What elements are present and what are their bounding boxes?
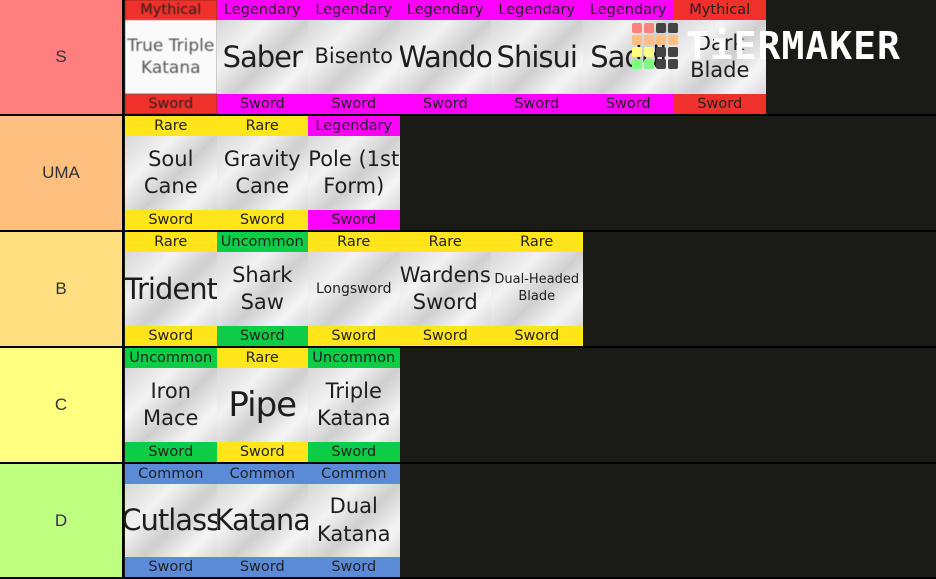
weapon-type: Sword bbox=[125, 94, 217, 114]
weapon-card[interactable]: Common Katana Sword bbox=[216, 464, 308, 577]
weapon-name: Gravity Cane bbox=[216, 136, 308, 210]
weapon-type: Sword bbox=[125, 442, 217, 462]
weapon-type: Sword bbox=[216, 326, 308, 346]
tier-items: Common Cutlass Sword Common Katana Sword Commo… bbox=[125, 464, 400, 577]
weapon-name: Triple Katana bbox=[308, 368, 400, 442]
weapon-name: Dual Katana bbox=[308, 484, 400, 557]
weapon-card[interactable]: Rare Soul Cane Sword bbox=[125, 116, 217, 230]
weapon-card[interactable]: Mythical True Triple Katana Sword bbox=[125, 0, 217, 114]
tier-label[interactable]: D bbox=[0, 464, 124, 577]
weapon-type: Sword bbox=[399, 326, 491, 346]
weapon-card[interactable]: Rare Wardens Sword Sword bbox=[399, 232, 491, 346]
tier-label[interactable]: C bbox=[0, 348, 124, 462]
weapon-name: Pole (1st Form) bbox=[308, 136, 400, 210]
rarity-badge: Legendary bbox=[582, 0, 674, 20]
weapon-type: Sword bbox=[308, 94, 400, 114]
weapon-name: Bisento bbox=[308, 20, 400, 94]
weapon-type: Sword bbox=[216, 442, 308, 462]
tiermaker-wordmark: TiERMAKER bbox=[686, 24, 901, 68]
rarity-badge: Uncommon bbox=[308, 348, 400, 368]
tier-row-d: D Common Cutlass Sword Common Katana Sword Comm… bbox=[0, 464, 936, 579]
tier-items: Rare Soul Cane Sword Rare Gravity Cane Sword L… bbox=[125, 116, 400, 230]
weapon-type: Sword bbox=[674, 94, 766, 114]
weapon-name: Wando bbox=[399, 20, 491, 94]
tiermaker-logo: TiERMAKER bbox=[632, 20, 922, 72]
weapon-type: Sword bbox=[491, 326, 583, 346]
weapon-card[interactable]: Rare Trident Sword bbox=[125, 232, 217, 346]
weapon-card[interactable]: Legendary Shisui Sword bbox=[491, 0, 583, 114]
tier-list-board: S Mythical True Triple Katana Sword Legendar… bbox=[0, 0, 936, 579]
weapon-type: Sword bbox=[216, 94, 308, 114]
rarity-badge: Common bbox=[125, 464, 217, 484]
tier-row-b: B Rare Trident Sword Uncommon Shark Saw Sword R… bbox=[0, 232, 936, 348]
weapon-card[interactable]: Uncommon Triple Katana Sword bbox=[308, 348, 400, 462]
weapon-name: Shark Saw bbox=[216, 252, 308, 326]
weapon-card[interactable]: Common Dual Katana Sword bbox=[308, 464, 400, 577]
weapon-type: Sword bbox=[308, 210, 400, 230]
tier-label[interactable]: UMA bbox=[0, 116, 124, 230]
weapon-type: Sword bbox=[125, 210, 217, 230]
weapon-type: Sword bbox=[216, 210, 308, 230]
weapon-card[interactable]: Legendary Wando Sword bbox=[399, 0, 491, 114]
rarity-badge: Common bbox=[308, 464, 400, 484]
weapon-name: Wardens Sword bbox=[399, 252, 491, 326]
weapon-type: Sword bbox=[399, 94, 491, 114]
weapon-name: Pipe bbox=[216, 368, 308, 442]
weapon-type: Sword bbox=[216, 557, 308, 577]
weapon-name: Trident bbox=[125, 252, 217, 326]
weapon-card[interactable]: Legendary Pole (1st Form) Sword bbox=[308, 116, 400, 230]
weapon-card[interactable]: Rare Pipe Sword bbox=[216, 348, 308, 462]
tiermaker-grid-icon bbox=[632, 23, 678, 69]
rarity-badge: Rare bbox=[216, 348, 308, 368]
weapon-card[interactable]: Rare Dual-Headed Blade Sword bbox=[491, 232, 583, 346]
rarity-badge: Rare bbox=[308, 232, 400, 252]
weapon-type: Sword bbox=[125, 326, 217, 346]
weapon-name: Longsword bbox=[308, 252, 400, 326]
weapon-type: Sword bbox=[308, 326, 400, 346]
rarity-badge: Rare bbox=[491, 232, 583, 252]
rarity-badge: Rare bbox=[125, 232, 217, 252]
weapon-name: Shisui bbox=[491, 20, 583, 94]
rarity-badge: Uncommon bbox=[216, 232, 308, 252]
tier-items: Uncommon Iron Mace Sword Rare Pipe Sword Uncom… bbox=[125, 348, 400, 462]
rarity-badge: Legendary bbox=[216, 0, 308, 20]
weapon-type: Sword bbox=[308, 442, 400, 462]
weapon-type: Sword bbox=[125, 557, 217, 577]
rarity-badge: Common bbox=[216, 464, 308, 484]
weapon-name: True Triple Katana bbox=[125, 20, 217, 94]
weapon-name: Cutlass bbox=[125, 484, 217, 557]
weapon-card[interactable]: Rare Longsword Sword bbox=[308, 232, 400, 346]
weapon-name: Dual-Headed Blade bbox=[491, 252, 583, 326]
rarity-badge: Rare bbox=[125, 116, 217, 136]
rarity-badge: Legendary bbox=[308, 0, 400, 20]
weapon-type: Sword bbox=[491, 94, 583, 114]
tier-items: Rare Trident Sword Uncommon Shark Saw Sword Ra… bbox=[125, 232, 583, 346]
rarity-badge: Legendary bbox=[491, 0, 583, 20]
tier-row-c: C Uncommon Iron Mace Sword Rare Pipe Sword Unco… bbox=[0, 348, 936, 464]
weapon-card[interactable]: Uncommon Iron Mace Sword bbox=[125, 348, 217, 462]
tier-label[interactable]: S bbox=[0, 0, 124, 114]
rarity-badge: Legendary bbox=[399, 0, 491, 20]
weapon-card[interactable]: Legendary Saber Sword bbox=[216, 0, 308, 114]
weapon-card[interactable]: Common Cutlass Sword bbox=[125, 464, 217, 577]
weapon-type: Sword bbox=[308, 557, 400, 577]
weapon-name: Saber bbox=[216, 20, 308, 94]
rarity-badge: Mythical bbox=[125, 0, 217, 20]
rarity-badge: Mythical bbox=[674, 0, 766, 20]
tier-row-uma: UMA Rare Soul Cane Sword Rare Gravity Cane Swo… bbox=[0, 116, 936, 232]
rarity-badge: Rare bbox=[216, 116, 308, 136]
rarity-badge: Uncommon bbox=[125, 348, 217, 368]
weapon-name: Katana bbox=[216, 484, 308, 557]
rarity-badge: Rare bbox=[399, 232, 491, 252]
weapon-card[interactable]: Legendary Bisento Sword bbox=[308, 0, 400, 114]
rarity-badge: Legendary bbox=[308, 116, 400, 136]
weapon-card[interactable]: Uncommon Shark Saw Sword bbox=[216, 232, 308, 346]
weapon-name: Iron Mace bbox=[125, 368, 217, 442]
weapon-name: Soul Cane bbox=[125, 136, 217, 210]
weapon-card[interactable]: Rare Gravity Cane Sword bbox=[216, 116, 308, 230]
tier-label[interactable]: B bbox=[0, 232, 124, 346]
weapon-type: Sword bbox=[582, 94, 674, 114]
